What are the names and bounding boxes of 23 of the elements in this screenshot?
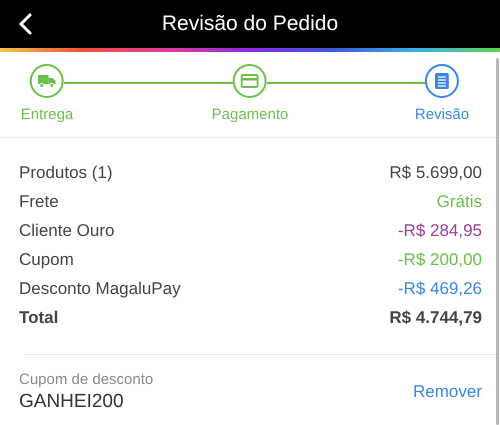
step-label: Entrega (20, 106, 74, 123)
coupon-code: GANHEI200 (19, 391, 125, 413)
summary-value: -R$ 284,95 (398, 220, 482, 240)
credit-card-icon (241, 74, 259, 88)
step-label: Revisão (414, 106, 470, 123)
summary-label: Produtos (1) (19, 162, 113, 182)
summary-label: Frete (19, 192, 59, 212)
screen-title: Revisão do Pedido (162, 12, 338, 36)
scrollbar[interactable] (496, 58, 499, 425)
summary-value: R$ 5.699,00 (389, 162, 482, 182)
summary-value: Grátis (436, 192, 482, 212)
summary-label: Cupom (19, 250, 74, 270)
summary-value: R$ 4.744,79 (389, 308, 482, 328)
summary-label: Total (19, 308, 58, 328)
coupon-label: Cupom de desconto (19, 371, 154, 388)
truck-icon (38, 74, 56, 88)
summary-value: -R$ 469,26 (398, 278, 482, 298)
summary-label: Desconto MagaluPay (19, 278, 181, 298)
document-icon (435, 73, 449, 89)
summary-value: -R$ 200,00 (398, 250, 482, 270)
step-label: Pagamento (212, 106, 288, 123)
remove-link[interactable]: Remover (413, 382, 482, 402)
summary-label: Cliente Ouro (19, 220, 114, 240)
